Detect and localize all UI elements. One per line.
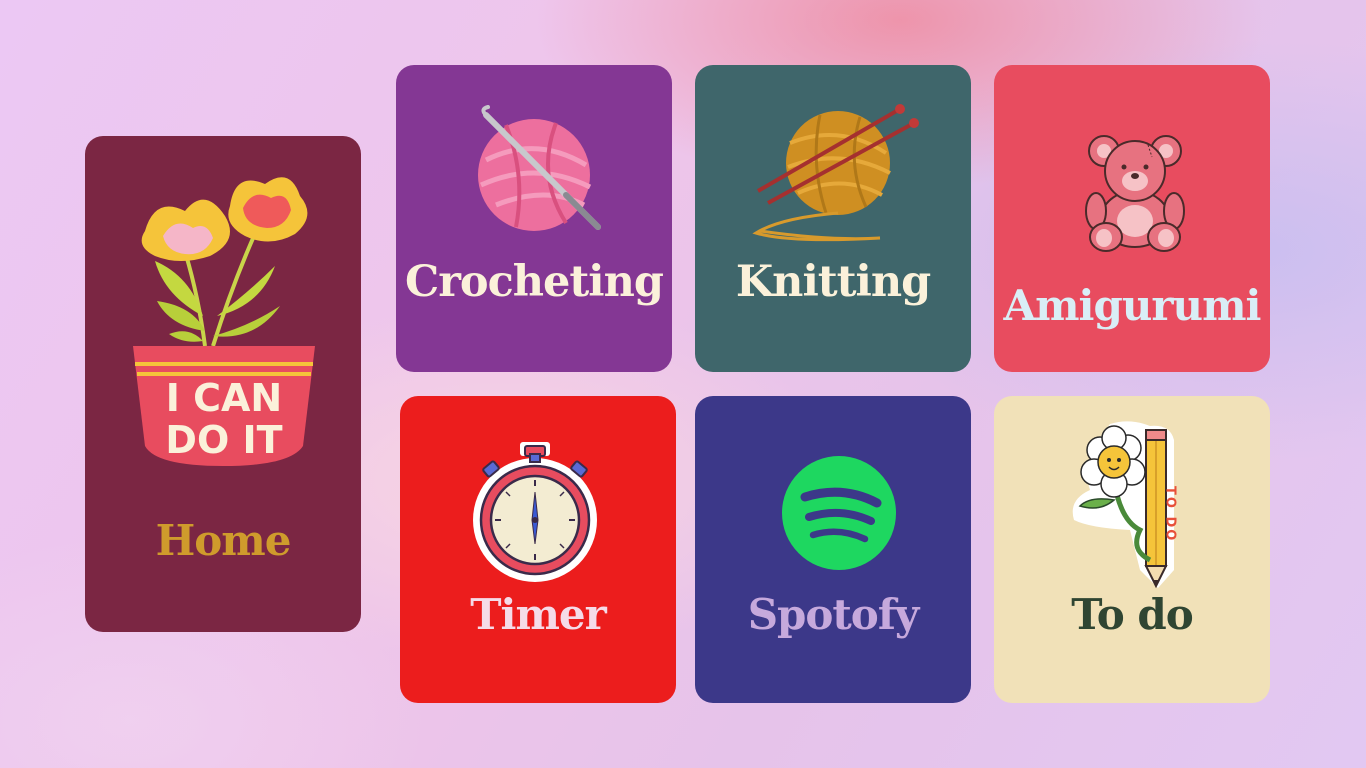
crocheting-label: Crocheting xyxy=(405,257,664,307)
spotify-label: Spotofy xyxy=(747,590,920,639)
flower-pot-icon: I CAN DO IT xyxy=(133,177,315,466)
stopwatch-icon xyxy=(473,442,597,582)
pot-text-line1: I CAN xyxy=(166,376,282,420)
knitting-tile[interactable]: Knitting xyxy=(695,65,971,372)
amigurumi-label: Amigurumi xyxy=(1003,281,1262,330)
yarn-ball-crochet-hook-icon xyxy=(478,105,601,231)
crocheting-tile[interactable]: Crocheting xyxy=(396,65,672,372)
knitting-label: Knitting xyxy=(735,257,931,307)
todo-label: To do xyxy=(1071,590,1193,639)
spotify-logo-icon xyxy=(782,456,896,570)
pencil-flower-todo-icon: TO DO xyxy=(1072,421,1178,589)
pot-text-line2: DO IT xyxy=(165,418,282,462)
teddy-bear-icon xyxy=(1085,135,1185,252)
timer-label: Timer xyxy=(470,590,607,639)
timer-tile[interactable]: Timer xyxy=(400,396,676,703)
yarn-ball-knitting-needles-icon xyxy=(752,104,919,242)
todo-sticker-text: TO DO xyxy=(1163,486,1178,542)
home-label: Home xyxy=(155,516,292,565)
spotify-tile[interactable]: Spotofy xyxy=(695,396,971,703)
amigurumi-tile[interactable]: Amigurumi xyxy=(994,65,1270,372)
home-tile[interactable]: I CAN DO IT Home xyxy=(85,136,361,632)
todo-tile[interactable]: TO DO To do xyxy=(994,396,1270,703)
